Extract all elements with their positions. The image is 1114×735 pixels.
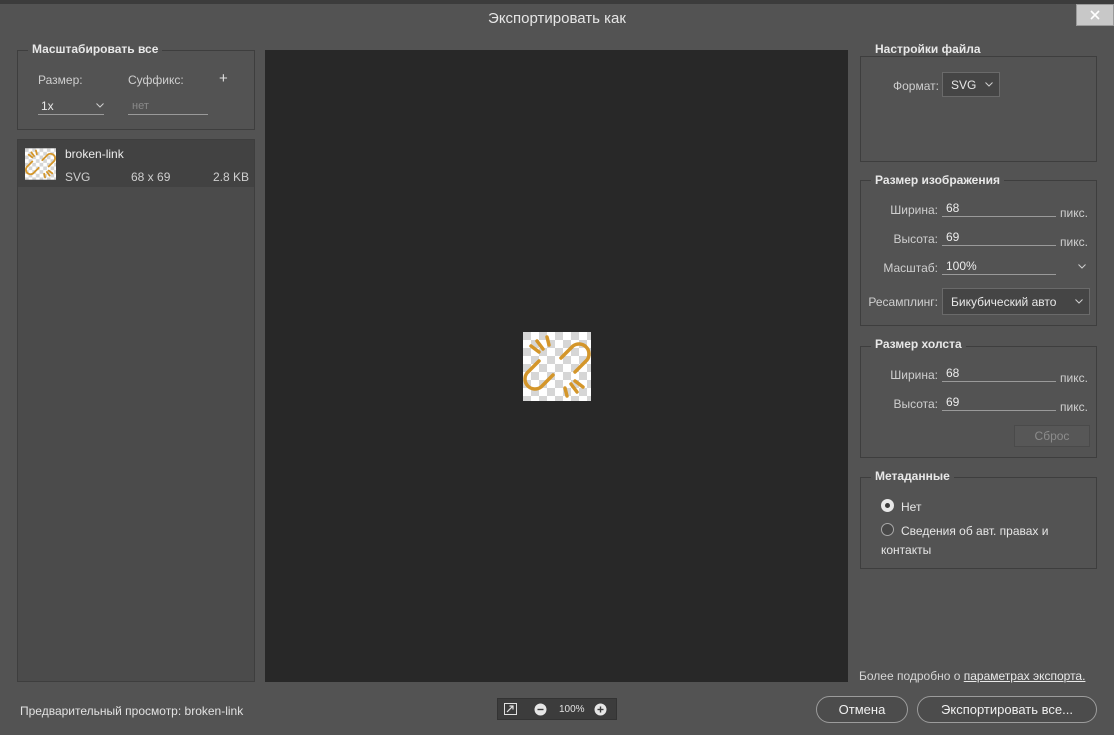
chevron-down-icon [96, 103, 104, 108]
canvas-size-legend: Размер холста [871, 337, 966, 351]
canvas-width-label: Ширина: [890, 368, 938, 382]
broken-link-icon [523, 332, 591, 401]
resample-select-value: Бикубический авто [951, 294, 1057, 309]
suffix-input[interactable] [128, 97, 208, 115]
asset-dimensions: 68 x 69 [131, 170, 171, 184]
scale-input[interactable] [942, 258, 1056, 275]
preview-caption: Предварительный просмотр: broken-link [20, 704, 244, 718]
suffix-label: Суффикс: [128, 73, 184, 87]
asset-format: SVG [65, 170, 91, 184]
metadata-none-label: Нет [901, 500, 922, 514]
export-all-button[interactable]: Экспортировать все... [917, 696, 1097, 723]
image-height-label: Высота: [893, 232, 938, 246]
metadata-none-radio[interactable] [881, 499, 894, 512]
zoom-out-icon[interactable] [534, 703, 547, 716]
canvas-height-input[interactable] [942, 394, 1056, 411]
zoom-level: 100% [559, 704, 585, 715]
canvas-height-label: Высота: [893, 397, 938, 411]
format-select-value: SVG [951, 77, 977, 92]
zoom-in-icon[interactable] [594, 703, 607, 716]
canvas-height-unit: пикс. [1060, 400, 1088, 414]
metadata-copyright-label-cont: контакты [881, 543, 932, 557]
add-scale-button[interactable]: + [219, 70, 228, 87]
reset-button[interactable]: Сброс [1014, 425, 1090, 447]
resample-label: Ресамплинг: [868, 295, 938, 309]
close-icon [1090, 10, 1100, 20]
more-info-text: Более подробно о параметрах экспорта. [859, 669, 1085, 683]
image-width-label: Ширина: [890, 203, 938, 217]
format-select[interactable]: SVG [942, 72, 1000, 97]
scale-all-legend: Масштабировать все [28, 42, 163, 56]
scale-dropdown-icon[interactable] [1078, 264, 1086, 269]
image-width-unit: пикс. [1060, 206, 1088, 220]
image-height-unit: пикс. [1060, 235, 1088, 249]
image-size-legend: Размер изображения [871, 173, 1004, 187]
asset-thumbnail [25, 148, 56, 180]
asset-list [17, 139, 255, 682]
close-button[interactable] [1076, 4, 1114, 26]
image-width-input[interactable] [942, 200, 1056, 217]
cancel-button[interactable]: Отмена [816, 696, 908, 723]
window-title: Экспортировать как [488, 10, 626, 27]
size-select[interactable]: 1x [38, 97, 104, 115]
scale-label: Масштаб: [883, 261, 938, 275]
metadata-copyright-label: Сведения об авт. правах и [901, 524, 1049, 538]
metadata-legend: Метаданные [871, 469, 954, 483]
canvas-width-unit: пикс. [1060, 371, 1088, 385]
chevron-down-icon [985, 82, 993, 87]
file-settings-legend: Настройки файла [871, 42, 985, 56]
export-settings-link[interactable]: параметрах экспорта. [964, 669, 1086, 683]
more-info-prefix: Более подробно о [859, 669, 964, 683]
format-label: Формат: [893, 79, 939, 93]
fit-to-screen-icon[interactable] [504, 703, 517, 715]
canvas-width-input[interactable] [942, 365, 1056, 382]
resample-select[interactable]: Бикубический авто [942, 288, 1090, 315]
asset-filesize: 2.8 KB [213, 170, 250, 184]
size-label: Размер: [38, 73, 83, 87]
asset-name: broken-link [65, 147, 124, 161]
scale-all-panel [17, 50, 255, 130]
image-height-input[interactable] [942, 229, 1056, 246]
metadata-copyright-radio[interactable] [881, 523, 894, 536]
chevron-down-icon [1075, 299, 1083, 304]
size-select-value: 1x [41, 98, 54, 113]
